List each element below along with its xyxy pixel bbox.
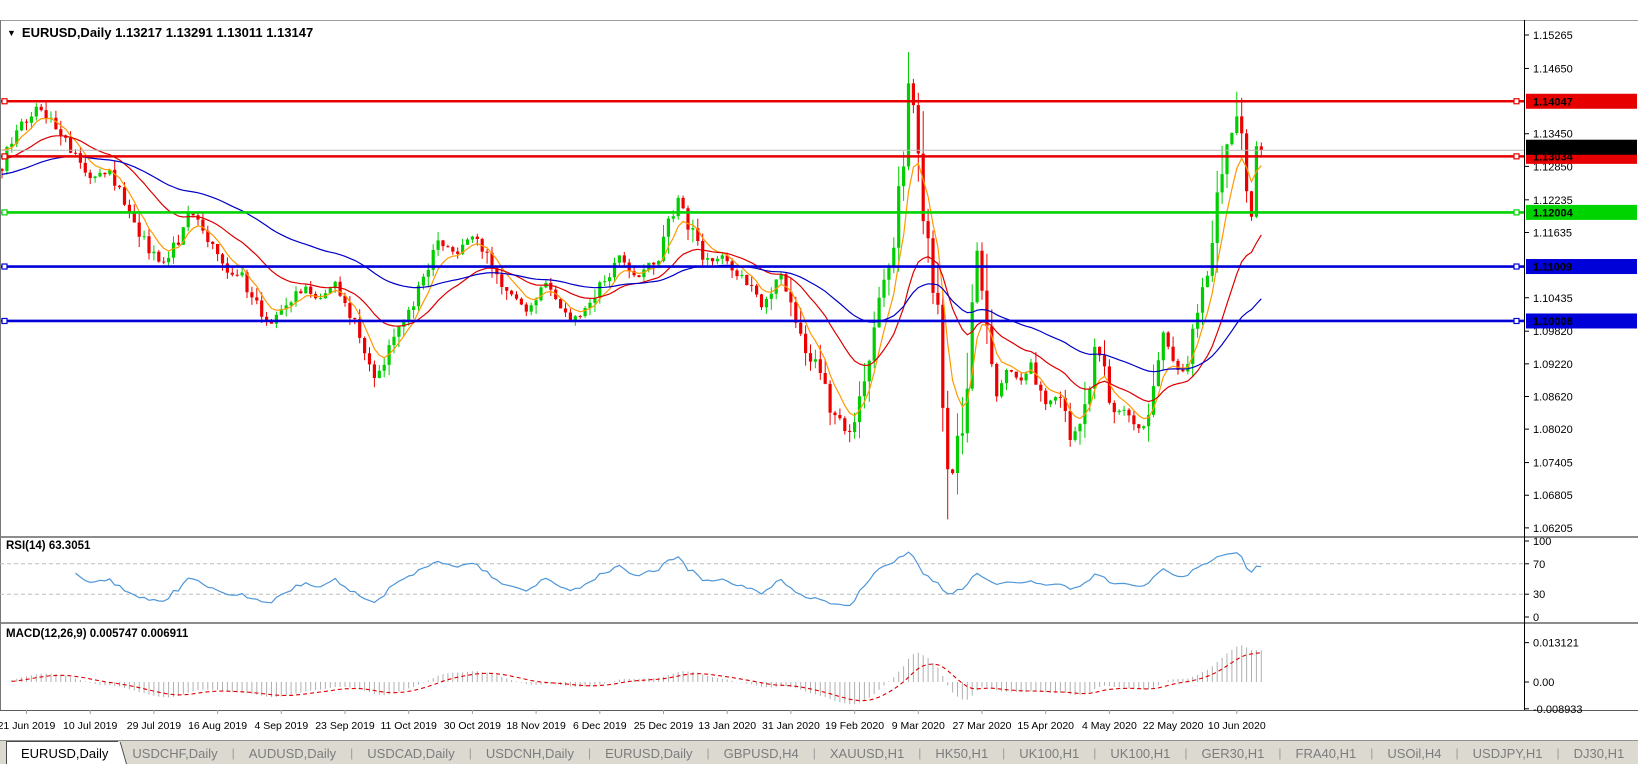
hline-handle[interactable] <box>2 318 7 323</box>
date-label: 4 May 2020 <box>1082 720 1137 732</box>
hline-handle[interactable] <box>1514 99 1519 104</box>
tab-ger30-h1[interactable]: GER30,H1 <box>1188 741 1279 764</box>
price-tick-label: 1.08020 <box>1533 424 1573 436</box>
panel-splitter[interactable] <box>0 536 1638 538</box>
tab-xauusd-h1[interactable]: XAUUSD,H1 <box>816 741 918 764</box>
rsi-label: RSI(14) 63.3051 <box>6 540 90 552</box>
tab-usdcnh-daily[interactable]: USDCNH,Daily <box>472 741 588 764</box>
macd-tick-label: 0.013121 <box>1533 638 1579 650</box>
tab-usdjpy-h1[interactable]: USDJPY,H1 <box>1459 741 1557 764</box>
price-tick-label: 1.07405 <box>1533 458 1573 470</box>
hline-handle[interactable] <box>1514 318 1519 323</box>
date-label: 15 Apr 2020 <box>1017 720 1074 732</box>
hline-handle[interactable] <box>2 264 7 269</box>
date-label: 30 Oct 2019 <box>444 720 501 732</box>
hline-handle[interactable] <box>2 99 7 104</box>
rsi-tick-label: 100 <box>1533 536 1551 548</box>
tab-fra40-h1[interactable]: FRA40,H1 <box>1282 741 1371 764</box>
date-label: 27 Mar 2020 <box>953 720 1012 732</box>
date-label: 10 Jun 2020 <box>1208 720 1266 732</box>
price-tick-label: 1.14650 <box>1533 63 1573 75</box>
date-label: 29 Jul 2019 <box>127 720 181 732</box>
hline-handle[interactable] <box>1514 210 1519 215</box>
hline-handle[interactable] <box>2 210 7 215</box>
date-label: 6 Dec 2019 <box>573 720 627 732</box>
tab-usdcad-daily[interactable]: USDCAD,Daily <box>353 741 468 764</box>
date-label: 11 Oct 2019 <box>380 720 437 732</box>
chart-title: ▼ EURUSD,Daily 1.13217 1.13291 1.13011 1.… <box>7 25 313 40</box>
date-label: 16 Aug 2019 <box>188 720 247 732</box>
date-label: 4 Sep 2019 <box>254 720 308 732</box>
tab-usoil-h4[interactable]: USOil,H4 <box>1373 741 1455 764</box>
tab-hk50-h1[interactable]: HK50,H1 <box>921 741 1002 764</box>
date-label: 9 Mar 2020 <box>892 720 945 732</box>
date-label: 18 Nov 2019 <box>506 720 566 732</box>
date-label: 13 Jan 2020 <box>698 720 756 732</box>
price-tick-label: 1.08620 <box>1533 391 1573 403</box>
tab-list: EURUSD,DailyUSDCHF,Daily|AUDUSD,Daily|US… <box>0 741 1638 764</box>
date-label: 25 Dec 2019 <box>634 720 694 732</box>
hline-handle[interactable] <box>1514 264 1519 269</box>
panel-splitter[interactable] <box>0 622 1638 624</box>
price-badge-label: 1.12004 <box>1533 207 1574 219</box>
date-label: 31 Jan 2020 <box>762 720 820 732</box>
tab-usdchf-daily[interactable]: USDCHF,Daily <box>118 741 231 764</box>
tab-eurusd-daily[interactable]: EURUSD,Daily <box>6 741 118 764</box>
macd-tick-label: 0.00 <box>1533 677 1554 689</box>
rsi-tick-label: 0 <box>1533 612 1539 624</box>
price-tick-label: 1.06805 <box>1533 490 1573 502</box>
tab-eurusd-daily[interactable]: EURUSD,Daily <box>591 741 706 764</box>
hline-handle[interactable] <box>2 154 7 159</box>
price-tick-label: 1.06205 <box>1533 523 1573 535</box>
date-label: 23 Sep 2019 <box>315 720 375 732</box>
tab-uk100-h1[interactable]: UK100,H1 <box>1096 741 1184 764</box>
price-badge-label: 1.11009 <box>1533 262 1572 274</box>
date-label: 22 May 2020 <box>1143 720 1204 732</box>
date-label: 10 Jul 2019 <box>63 720 117 732</box>
one-click-arrow-icon[interactable]: ▼ <box>7 28 16 38</box>
price-badge-label: 1.14047 <box>1533 96 1573 108</box>
rsi-tick-label: 70 <box>1533 559 1545 571</box>
trading-terminal-window: ▾ M1M5M15M30H1H4D1W1MN 1.152651.146501.1… <box>0 0 1638 764</box>
macd-label: MACD(12,26,9) 0.005747 0.006911 <box>6 628 188 640</box>
tab-gbpusd-h4[interactable]: GBPUSD,H4 <box>710 741 813 764</box>
price-tick-label: 1.10435 <box>1533 293 1573 305</box>
price-tick-label: 1.15265 <box>1533 30 1573 42</box>
price-badge-label: 1.10008 <box>1533 316 1573 328</box>
tab-audusd-daily[interactable]: AUDUSD,Daily <box>235 741 350 764</box>
price-tick-label: 1.09220 <box>1533 359 1573 371</box>
price-tick-label: 1.13450 <box>1533 129 1573 141</box>
tab-uk100-h1[interactable]: UK100,H1 <box>1005 741 1093 764</box>
chart-tab-bar: EURUSD,DailyUSDCHF,Daily|AUDUSD,Daily|US… <box>0 740 1638 764</box>
price-badge-label: 1.13147 <box>1533 142 1573 154</box>
chart-title-text: EURUSD,Daily 1.13217 1.13291 1.13011 1.1… <box>22 25 313 40</box>
date-label: 19 Feb 2020 <box>825 720 884 732</box>
date-label: 21 Jun 2019 <box>0 720 56 732</box>
macd-tick-label: -0.008933 <box>1533 704 1583 716</box>
rsi-tick-label: 30 <box>1533 589 1545 601</box>
tab-dj30-h1[interactable]: DJ30,H1 <box>1560 741 1638 764</box>
price-tick-label: 1.11635 <box>1533 227 1572 239</box>
hline-handle[interactable] <box>1514 154 1519 159</box>
chart-canvas[interactable]: 1.152651.146501.134501.128501.122351.116… <box>0 0 1638 764</box>
